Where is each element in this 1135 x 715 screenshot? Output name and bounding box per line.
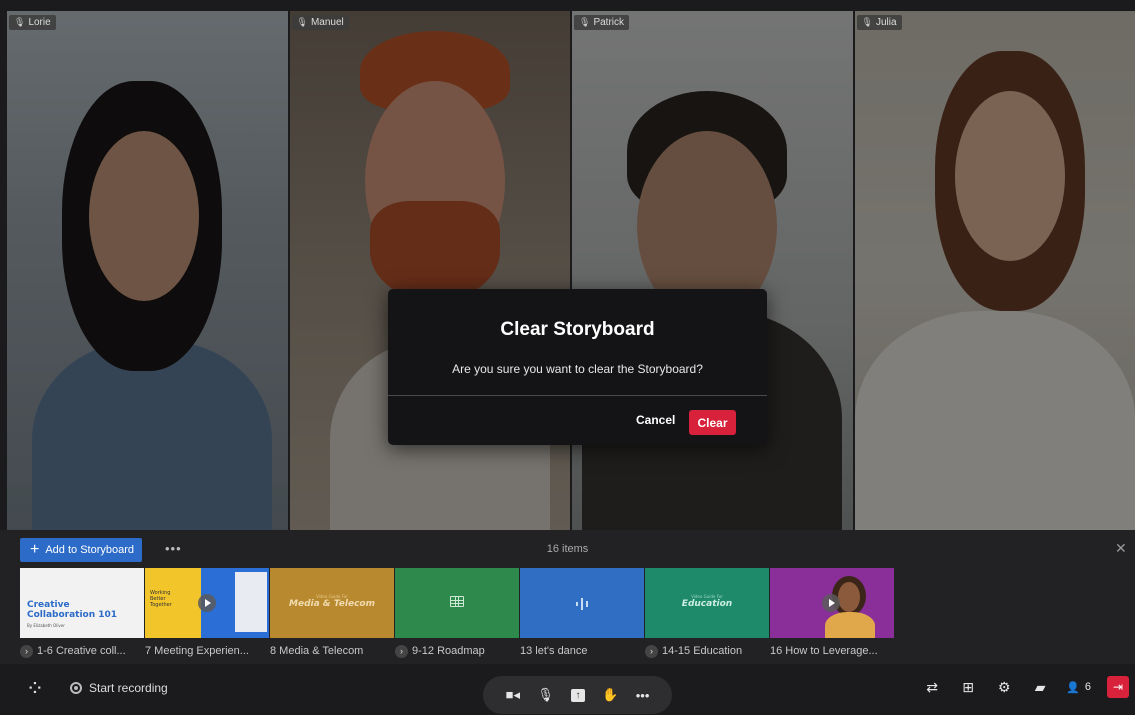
storyboard-item[interactable]: 13 let's dance [520, 643, 644, 659]
video-tile-manuel[interactable]: 🎙 Manuel [289, 11, 570, 530]
bottom-toolbar: ⁘ Start recording ■◂ 🎙 ↑ ✋ ••• ⇄ ⊞ ⚙ ▰ 👤… [0, 664, 1135, 715]
storyboard-item[interactable]: › 14-15 Education [645, 643, 769, 659]
storyboard-toggle-icon[interactable]: ⇄ [922, 677, 942, 697]
clear-button[interactable]: Clear [689, 410, 736, 435]
clear-storyboard-dialog: Clear Storyboard Are you sure you want t… [388, 289, 767, 445]
leave-meeting-icon[interactable]: ⇥ [1107, 676, 1129, 698]
storyboard-item[interactable]: 8 Media & Telecom [270, 643, 394, 659]
video-tile-lorie[interactable]: 🎙 Lorie [7, 11, 288, 530]
chat-icon[interactable]: ▰ [1030, 677, 1050, 697]
raise-hand-icon[interactable]: ✋ [602, 687, 618, 703]
right-toolbar: ⇄ ⊞ ⚙ ▰ 👤 6 ⇥ [922, 676, 1129, 698]
thumbnail-roadmap[interactable] [395, 568, 519, 638]
thumbnail-education[interactable]: Video Guide For Education [645, 568, 769, 638]
microphone-icon[interactable]: 🎙 [537, 687, 554, 703]
cancel-button[interactable]: Cancel [636, 413, 675, 427]
dialog-message: Are you sure you want to clear the Story… [452, 362, 703, 376]
person-icon: 👤 [1066, 681, 1080, 694]
storyboard-item-labels: › 1-6 Creative coll... 7 Meeting Experien… [20, 643, 894, 659]
participant-name-tag: 🎙 Lorie [9, 15, 56, 30]
settings-gear-icon[interactable]: ⚙ [994, 677, 1014, 697]
grid-layout-icon[interactable]: ⊞ [958, 677, 978, 697]
close-icon[interactable]: ✕ [1115, 540, 1127, 557]
thumbnail-how-to-leverage[interactable] [770, 568, 894, 638]
record-icon [70, 682, 82, 694]
mic-muted-icon: 🎙 [296, 17, 308, 27]
play-icon [198, 594, 216, 612]
mic-muted-icon: 🎙 [861, 17, 873, 27]
video-tile-patrick[interactable]: 🎙 Patrick [572, 11, 853, 530]
storyboard-item-count: 16 items [546, 543, 589, 555]
chevron-right-icon[interactable]: › [395, 644, 408, 658]
participant-name-tag: 🎙 Manuel [291, 15, 349, 30]
participant-count: 6 [1084, 681, 1091, 693]
thumbnail-media-telecom[interactable]: Video Guide For Media & Telecom [270, 568, 394, 638]
storyboard-item[interactable]: 16 How to Leverage... [770, 643, 894, 659]
more-icon[interactable]: ••• [636, 688, 650, 703]
storyboard-panel: + Add to Storyboard ••• 16 items ✕ Creat… [0, 530, 1135, 664]
storyboard-item[interactable]: › 1-6 Creative coll... [20, 643, 144, 659]
storyboard-item[interactable]: 7 Meeting Experien... [145, 643, 269, 659]
storyboard-item[interactable]: › 9-12 Roadmap [395, 643, 519, 659]
participants-button[interactable]: 👤 6 [1066, 681, 1091, 694]
video-tile-julia[interactable]: 🎙 Julia [854, 11, 1135, 530]
share-screen-icon[interactable]: ↑ [571, 688, 586, 702]
grid-icon [450, 596, 464, 607]
play-icon [822, 594, 840, 612]
video-grid: 🎙 Lorie 🎙 Manuel 🎙 Patrick 🎙 Julia [7, 11, 1135, 530]
camera-icon[interactable]: ■◂ [506, 687, 520, 703]
chevron-right-icon[interactable]: › [645, 644, 658, 658]
audio-icon [576, 598, 588, 610]
thumbnail-lets-dance[interactable] [520, 568, 644, 638]
storyboard-thumbnails: Creative Collaboration 101 By Elizabeth … [20, 568, 894, 638]
call-controls: ■◂ 🎙 ↑ ✋ ••• [483, 676, 672, 714]
thumbnail-meeting-experience[interactable]: Working Better Together [145, 568, 269, 638]
dialog-title: Clear Storyboard [500, 319, 655, 340]
chevron-right-icon[interactable]: › [20, 644, 33, 658]
participant-name-tag: 🎙 Julia [856, 15, 902, 30]
thumbnail-creative-collaboration[interactable]: Creative Collaboration 101 By Elizabeth … [20, 568, 144, 638]
mic-muted-icon: 🎙 [579, 17, 591, 27]
app-logo-icon[interactable]: ⁘ [20, 674, 50, 704]
mic-muted-icon: 🎙 [14, 17, 26, 27]
dialog-divider [388, 395, 767, 396]
start-recording-button[interactable]: Start recording [70, 681, 168, 695]
meeting-app: 🎙 Lorie 🎙 Manuel 🎙 Patrick 🎙 Julia Clear… [0, 0, 1135, 715]
participant-name-tag: 🎙 Patrick [574, 15, 629, 30]
